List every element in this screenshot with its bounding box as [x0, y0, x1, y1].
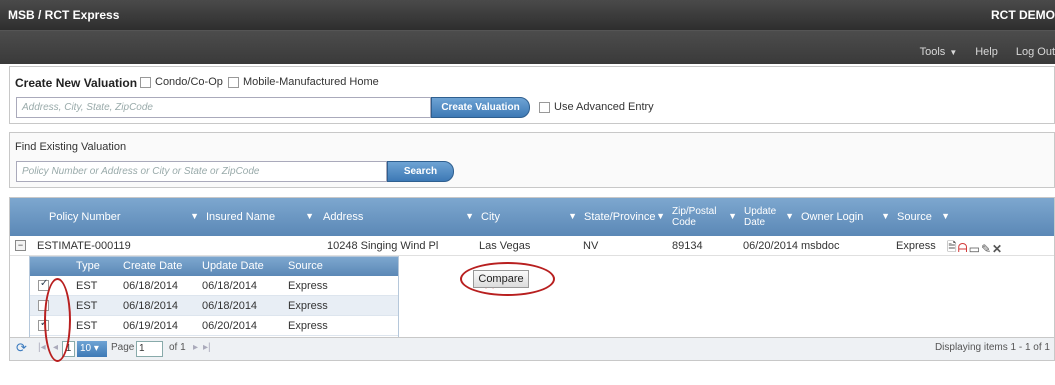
- subgrid-header: Type Create Date Update Date Source: [30, 257, 398, 276]
- find-valuation-panel: Find Existing Valuation Policy Number or…: [9, 132, 1055, 188]
- condo-option[interactable]: Condo/Co-Op: [140, 76, 223, 88]
- pager-summary: Displaying items 1 - 1 of 1: [934, 342, 1050, 353]
- version-update-date: 06/20/2014: [202, 320, 258, 332]
- version-create-date: 06/18/2014: [123, 280, 179, 292]
- condo-label: Condo/Co-Op: [155, 76, 223, 88]
- address: 10248 Singing Wind Pl: [327, 240, 439, 252]
- page-number-button[interactable]: 1: [62, 341, 75, 357]
- version-type: EST: [76, 300, 98, 312]
- logout-link[interactable]: Log Out: [1016, 46, 1055, 58]
- page-size-select[interactable]: 10 ▾: [77, 341, 107, 357]
- results-grid: Policy Number ▼ Insured Name ▼ Address ▼ Ci…: [9, 197, 1055, 361]
- create-valuation-button[interactable]: Create Valuation: [431, 97, 530, 118]
- source: Express: [896, 240, 936, 252]
- col-source[interactable]: Source ▼: [893, 198, 953, 236]
- city: Las Vegas: [479, 240, 531, 252]
- col-city[interactable]: City ▼: [477, 198, 580, 236]
- prev-page-icon[interactable]: ◂: [53, 342, 58, 353]
- document-icon[interactable]: 🗎: [947, 238, 957, 259]
- version-type: EST: [76, 320, 98, 332]
- title-bar: MSB / RCT Express RCT DEMO: [0, 0, 1055, 30]
- filter-icon[interactable]: ▼: [465, 211, 474, 221]
- mobile-home-checkbox[interactable]: [228, 76, 239, 88]
- find-valuation-title: Find Existing Valuation: [15, 141, 127, 153]
- grid-header: Policy Number ▼ Insured Name ▼ Address ▼ Ci…: [10, 198, 1054, 236]
- tools-menu[interactable]: Tools ▼: [920, 46, 958, 58]
- advanced-entry-checkbox[interactable]: [539, 101, 550, 113]
- next-page-icon[interactable]: ▸: [193, 342, 198, 353]
- col-address[interactable]: Address ▼: [317, 198, 477, 236]
- state: NV: [583, 240, 599, 252]
- table-row[interactable]: − ESTIMATE-000119 10248 Singing Wind Pl …: [10, 236, 1054, 256]
- page-input[interactable]: 1: [136, 341, 163, 357]
- search-button[interactable]: Search: [387, 161, 454, 182]
- edit-icon[interactable]: ✎: [981, 242, 991, 256]
- filter-icon[interactable]: ▼: [190, 211, 199, 221]
- create-valuation-panel: Create New Valuation Condo/Co-Op Mobile-…: [9, 66, 1055, 124]
- col-state[interactable]: State/Province ▼: [580, 198, 668, 236]
- filter-icon[interactable]: ▼: [568, 211, 577, 221]
- filter-icon[interactable]: ▼: [881, 211, 890, 221]
- chevron-down-icon: ▼: [949, 48, 958, 57]
- zip-code: 89134: [672, 240, 703, 252]
- col-policy-number[interactable]: Policy Number ▼: [37, 198, 202, 236]
- list-item[interactable]: EST 06/19/2014 06/20/2014 Express: [30, 316, 398, 336]
- mobile-home-label: Mobile-Manufactured Home: [243, 76, 379, 88]
- version-update-date: 06/18/2014: [202, 300, 258, 312]
- col-update-date[interactable]: Update Date ▼: [740, 198, 797, 236]
- delete-icon[interactable]: ✕: [992, 242, 1002, 256]
- version-create-date: 06/18/2014: [123, 300, 179, 312]
- address-input[interactable]: Address, City, State, ZipCode: [16, 97, 431, 118]
- version-source: Express: [288, 320, 328, 332]
- version-create-date: 06/19/2014: [123, 320, 179, 332]
- advanced-entry-option[interactable]: Use Advanced Entry: [539, 101, 654, 113]
- filter-icon[interactable]: ▼: [656, 211, 665, 221]
- app-title: MSB / RCT Express: [8, 8, 120, 22]
- filter-icon[interactable]: ▼: [941, 211, 950, 221]
- version-type: EST: [76, 280, 98, 292]
- advanced-entry-label: Use Advanced Entry: [554, 101, 654, 113]
- update-date: 06/20/2014: [743, 240, 799, 252]
- version-checkbox[interactable]: [38, 300, 49, 311]
- first-page-icon[interactable]: |◂: [38, 342, 46, 353]
- refresh-icon[interactable]: ⟳: [16, 340, 27, 356]
- collapse-toggle[interactable]: −: [15, 240, 26, 251]
- top-nav: Tools ▼ Help Log Out: [920, 46, 1055, 58]
- list-item[interactable]: EST 06/18/2014 06/18/2014 Express: [30, 296, 398, 316]
- nav-bar: [0, 30, 1055, 64]
- col-owner-login[interactable]: Owner Login ▼: [797, 198, 893, 236]
- create-valuation-title: Create New Valuation: [15, 76, 138, 90]
- find-search-input[interactable]: Policy Number or Address or City or Stat…: [16, 161, 387, 182]
- version-source: Express: [288, 280, 328, 292]
- pager: ⟳ |◂ ◂ 1 10 ▾ Page 1 of 1 ▸ ▸| Displayin…: [10, 337, 1054, 360]
- version-update-date: 06/18/2014: [202, 280, 258, 292]
- version-checkbox[interactable]: [38, 278, 49, 291]
- last-page-icon[interactable]: ▸|: [203, 342, 211, 353]
- pdf-icon[interactable]: ᗩ: [958, 241, 968, 256]
- filter-icon[interactable]: ▼: [785, 211, 794, 222]
- row-actions: 🗎 ᗩ ▭ ✎ ✕: [947, 238, 1002, 259]
- mobile-home-option[interactable]: Mobile-Manufactured Home: [228, 76, 379, 88]
- copy-icon[interactable]: ▭: [969, 242, 980, 256]
- list-item[interactable]: EST 06/18/2014 06/18/2014 Express ᗩ: [30, 276, 494, 296]
- compare-button[interactable]: Compare: [473, 270, 529, 288]
- policy-number[interactable]: ESTIMATE-000119: [37, 240, 131, 252]
- filter-icon[interactable]: ▼: [305, 211, 314, 221]
- version-checkbox[interactable]: [38, 318, 49, 331]
- filter-icon[interactable]: ▼: [728, 211, 737, 222]
- page-count: of 1: [169, 342, 186, 353]
- company-name: RCT DEMO: [991, 8, 1055, 22]
- owner-login: msbdoc: [801, 240, 840, 252]
- condo-checkbox[interactable]: [140, 76, 151, 88]
- sub-col-type[interactable]: Type: [76, 260, 100, 272]
- sub-col-source[interactable]: Source: [288, 260, 323, 272]
- sub-col-update-date[interactable]: Update Date: [202, 260, 264, 272]
- help-link[interactable]: Help: [975, 46, 998, 58]
- version-source: Express: [288, 300, 328, 312]
- col-zip[interactable]: Zip/Postal Code ▼: [668, 198, 740, 236]
- col-insured-name[interactable]: Insured Name ▼: [202, 198, 317, 236]
- sub-col-create-date[interactable]: Create Date: [123, 260, 182, 272]
- page-label: Page: [111, 342, 135, 353]
